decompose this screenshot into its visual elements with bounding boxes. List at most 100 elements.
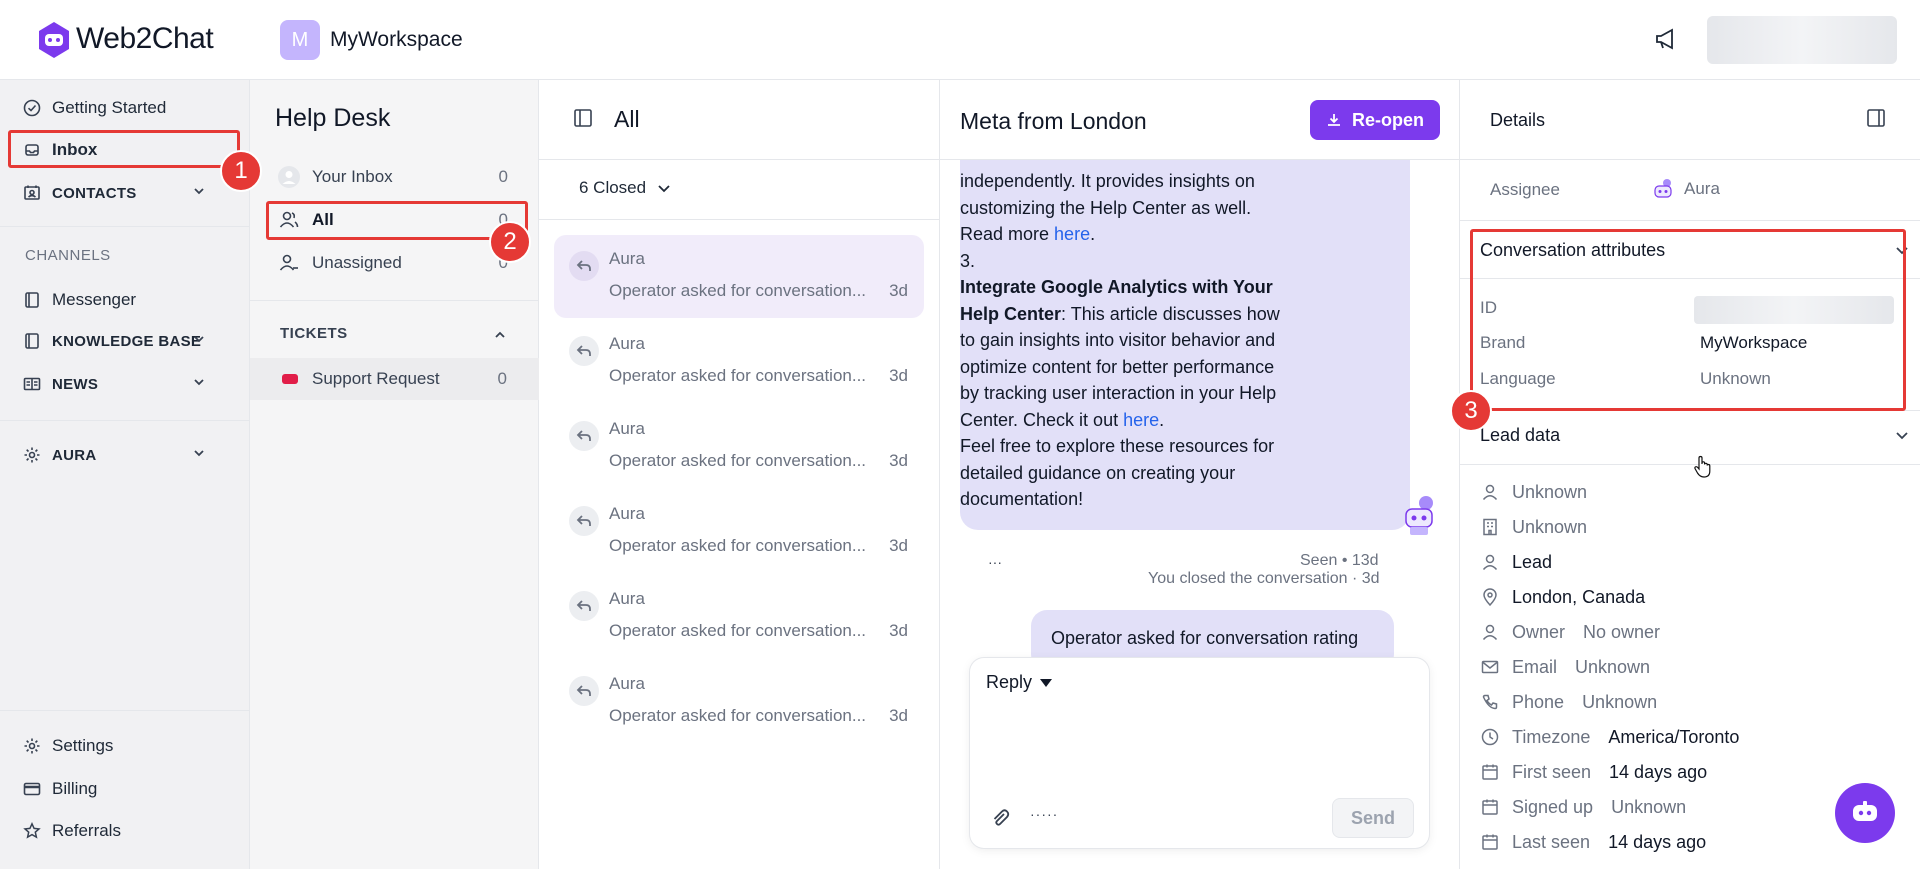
lead-phone-row[interactable]: Phone Unknown <box>1480 690 1657 714</box>
check-circle-icon <box>22 98 42 118</box>
list-title: All <box>614 106 640 132</box>
reply-mode-dropdown[interactable]: Reply <box>986 672 1053 693</box>
conversation-item[interactable]: Aura Operator asked for conversation... 3d <box>554 235 924 318</box>
lead-company-row[interactable]: Unknown <box>1480 515 1587 539</box>
lead-signed-up-row[interactable]: Signed up Unknown <box>1480 795 1686 819</box>
here-link[interactable]: here <box>1123 410 1159 430</box>
nav-getting-started[interactable]: Getting Started <box>22 95 166 121</box>
nav-news[interactable]: NEWS <box>22 371 228 397</box>
text: Read more <box>960 224 1055 244</box>
conversation-item[interactable]: Aura Operator asked for conversation... 3d <box>554 575 924 658</box>
calendar-icon <box>1480 798 1500 816</box>
ticket-color-dot <box>282 374 298 384</box>
helpdesk-unassigned[interactable]: Unassigned 0 <box>278 250 508 276</box>
lead-last-seen-row[interactable]: Last seen 14 days ago <box>1480 830 1706 854</box>
reopen-label: Re-open <box>1352 109 1424 130</box>
lead-type-row[interactable]: Lead <box>1480 550 1552 574</box>
map-pin-icon <box>1480 588 1500 606</box>
operator-message-text: Operator asked for conversation rating <box>1051 628 1359 648</box>
user-profile-blurred[interactable] <box>1707 16 1897 64</box>
lead-email-row[interactable]: Email Unknown <box>1480 655 1650 679</box>
brand-name[interactable]: Web2Chat <box>76 22 214 56</box>
status-filter-dropdown[interactable]: 6 Closed <box>579 178 672 198</box>
filter-label: 6 Closed <box>579 178 647 197</box>
filter-bar: 6 Closed <box>539 160 940 220</box>
lead-location: London, Canada <box>1512 586 1646 607</box>
lead-data-header[interactable]: Lead data <box>1480 425 1560 446</box>
helpdesk-panel: M MyWorkspace Help Desk Your Inbox 0 All… <box>250 0 539 869</box>
lead-signed-up-label: Signed up <box>1512 796 1594 817</box>
lead-owner-row[interactable]: Owner No owner <box>1480 620 1660 644</box>
chevron-up-icon[interactable] <box>493 328 507 342</box>
conversation-item[interactable]: Aura Operator asked for conversation... 3d <box>554 320 924 403</box>
nav-label: CONTACTS <box>52 184 137 202</box>
more-options-button[interactable]: ··· <box>980 550 1010 574</box>
message-line: Read more here. <box>960 221 1380 248</box>
nav-messenger[interactable]: Messenger <box>22 287 136 313</box>
nav-aura[interactable]: AURA <box>22 442 228 468</box>
book-icon <box>22 290 42 310</box>
lead-name-row[interactable]: Unknown <box>1480 480 1587 504</box>
send-button[interactable]: Send <box>1332 798 1414 838</box>
lead-location-row[interactable]: London, Canada <box>1480 585 1645 609</box>
workspace-name: MyWorkspace <box>330 28 463 51</box>
conversation-time: 3d <box>889 536 908 555</box>
download-icon <box>1326 112 1342 128</box>
chevron-down-icon[interactable] <box>192 332 206 346</box>
reply-arrow-icon <box>569 506 599 536</box>
megaphone-icon[interactable] <box>1654 26 1680 52</box>
chevron-down-icon[interactable] <box>192 375 206 389</box>
reopen-button[interactable]: Re-open <box>1310 100 1440 140</box>
lead-first-seen-row[interactable]: First seen 14 days ago <box>1480 760 1707 784</box>
conversation-item[interactable]: Aura Operator asked for conversation... 3d <box>554 405 924 488</box>
more-tools-icon[interactable]: ····· <box>1030 806 1058 822</box>
helpdesk-your-inbox[interactable]: Your Inbox 0 <box>278 164 508 190</box>
conversation-item[interactable]: Aura Operator asked for conversation... 3d <box>554 660 924 743</box>
nav-settings[interactable]: Settings <box>22 733 113 759</box>
user-icon <box>1480 553 1500 571</box>
workspace-switcher[interactable]: M MyWorkspace <box>250 0 539 80</box>
lead-timezone-value: America/Toronto <box>1608 726 1740 747</box>
sidebar-toggle-icon[interactable] <box>1866 108 1886 128</box>
sidebar-toggle-icon[interactable] <box>573 108 593 128</box>
lead-email-value: Unknown <box>1575 656 1651 677</box>
nav-label: Settings <box>52 736 114 755</box>
conversation-time: 3d <box>889 451 908 470</box>
conversation-item[interactable]: Aura Operator asked for conversation... 3d <box>554 490 924 573</box>
chevron-down-icon[interactable] <box>192 446 206 460</box>
reply-arrow-icon <box>569 336 599 366</box>
chat-widget-launcher[interactable] <box>1835 783 1895 843</box>
lead-email-label: Email <box>1512 656 1558 677</box>
chevron-down-icon <box>656 180 672 196</box>
nav-referrals[interactable]: Referrals <box>22 818 121 844</box>
reply-composer[interactable]: Reply ····· Send <box>970 658 1429 848</box>
chevron-down-icon[interactable] <box>192 184 206 198</box>
lead-timezone-row[interactable]: Timezone America/Toronto <box>1480 725 1739 749</box>
conversation-preview: Operator asked for conversation... <box>609 366 867 385</box>
star-icon <box>22 821 42 841</box>
list-number: 3. <box>960 250 976 271</box>
bot-avatar-icon <box>1652 178 1674 200</box>
details-header: Details <box>1460 80 1920 160</box>
hand-cursor-icon <box>1693 455 1713 479</box>
attachment-icon[interactable] <box>990 808 1010 828</box>
assignee-selector[interactable]: Aura <box>1652 178 1720 200</box>
ticket-support-request[interactable]: Support Request 0 <box>250 358 539 400</box>
lead-timezone-label: Timezone <box>1512 726 1591 747</box>
annotation-badge-2: 2 <box>489 221 531 263</box>
chevron-down-icon[interactable] <box>1894 427 1910 443</box>
conversation-name: Aura <box>609 504 645 523</box>
assignee-label: Assignee <box>1490 180 1560 199</box>
nav-label: KNOWLEDGE BASE <box>52 332 202 350</box>
user-icon <box>1480 483 1500 501</box>
here-link[interactable]: here <box>1054 224 1090 244</box>
nav-label: Getting Started <box>52 98 167 117</box>
nav-knowledge-base[interactable]: KNOWLEDGE BASE <box>22 328 228 354</box>
list-header: All <box>539 80 940 160</box>
message-line: independently. It provides insights on <box>960 171 1255 191</box>
chat-header: Meta from London Re-open <box>940 80 1459 160</box>
text: . <box>1090 224 1096 244</box>
text: Center. Check it out <box>960 409 1124 430</box>
nav-contacts[interactable]: CONTACTS <box>22 180 228 206</box>
nav-billing[interactable]: Billing <box>22 776 97 802</box>
